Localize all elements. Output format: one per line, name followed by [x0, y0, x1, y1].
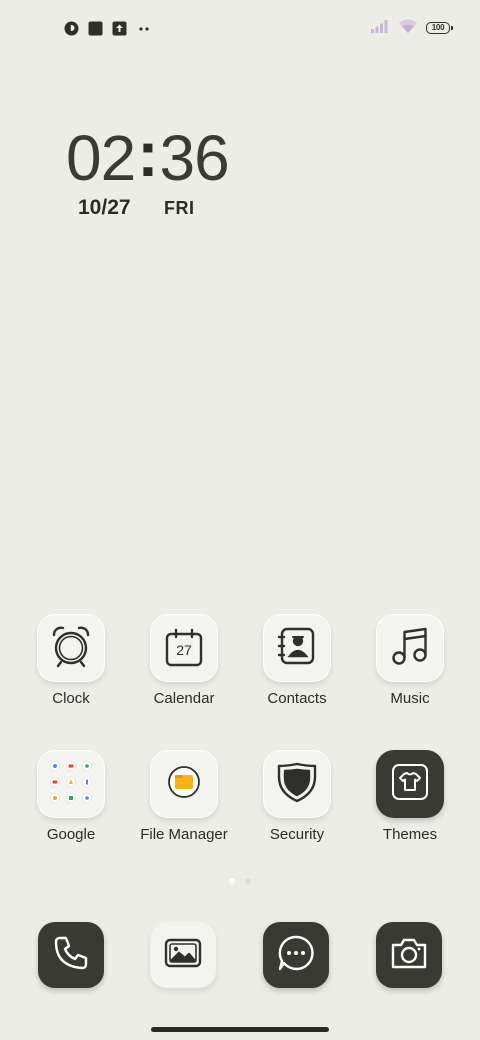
page-dot-1[interactable] — [229, 878, 235, 884]
app-label-contacts: Contacts — [267, 690, 327, 707]
music-app-tile[interactable] — [376, 614, 444, 682]
google-folder-tile[interactable] — [37, 750, 105, 818]
dock-messages-button[interactable] — [263, 922, 329, 988]
signal-icon — [370, 18, 390, 39]
dock-gallery-button[interactable] — [150, 922, 216, 988]
home-gesture-bar[interactable] — [151, 1027, 329, 1032]
security-app-tile[interactable] — [263, 750, 331, 818]
calendar-app-tile[interactable]: 27 — [150, 614, 218, 682]
clock-app-tile[interactable] — [37, 614, 105, 682]
notification-app-icon — [64, 21, 79, 36]
calendar-icon: 27 — [162, 626, 206, 670]
app-label-google: Google — [46, 826, 96, 843]
app-label-music: Music — [390, 690, 430, 707]
square-notification-icon — [88, 21, 103, 36]
battery-level: 100 — [431, 23, 445, 32]
themes-app-tile[interactable] — [376, 750, 444, 818]
more-notifications-icon — [136, 21, 151, 36]
app-label-clock: Clock — [52, 690, 90, 707]
page-dot-2[interactable] — [245, 878, 251, 884]
app-google-folder[interactable]: Google — [21, 750, 121, 843]
clock-minutes: 36 — [159, 122, 230, 194]
calendar-day-badge: 27 — [176, 642, 192, 658]
tshirt-icon — [390, 762, 430, 807]
messages-icon — [276, 933, 316, 978]
app-clock[interactable]: Clock — [21, 614, 121, 707]
app-label-themes: Themes — [382, 826, 438, 843]
app-security[interactable]: Security — [247, 750, 347, 843]
contacts-book-icon — [275, 624, 319, 673]
contacts-app-tile[interactable] — [263, 614, 331, 682]
wifi-icon — [398, 18, 418, 39]
folder-icon — [167, 765, 201, 804]
app-contacts[interactable]: Contacts — [247, 614, 347, 707]
status-bar-right: 100 — [370, 18, 453, 39]
gallery-icon — [162, 932, 204, 979]
dock-phone-button[interactable] — [38, 922, 104, 988]
clock-widget-day[interactable]: FRI — [164, 198, 195, 219]
clock-hours: 02 — [66, 122, 136, 194]
app-music[interactable]: Music — [360, 614, 460, 707]
status-bar-left — [64, 19, 151, 37]
music-note-icon — [388, 624, 432, 673]
app-label-calendar: Calendar — [153, 690, 215, 707]
phone-icon — [51, 933, 91, 978]
google-folder-icon — [46, 757, 96, 812]
battery-icon: 100 — [426, 22, 453, 34]
app-label-security: Security — [269, 826, 325, 843]
clock-separator: : — [137, 118, 158, 190]
upload-icon — [112, 21, 127, 36]
clock-widget-date[interactable]: 10/27 — [78, 196, 131, 220]
camera-icon — [388, 932, 430, 979]
shield-icon — [275, 760, 319, 809]
alarm-clock-icon — [48, 623, 94, 674]
app-label-file-manager: File Manager — [140, 826, 228, 843]
clock-widget-time[interactable]: 02:36 — [66, 122, 230, 194]
file-manager-tile[interactable] — [150, 750, 218, 818]
app-file-manager[interactable]: File Manager — [134, 750, 234, 843]
dock-camera-button[interactable] — [376, 922, 442, 988]
app-calendar[interactable]: 27 Calendar — [134, 614, 234, 707]
app-themes[interactable]: Themes — [360, 750, 460, 843]
page-indicator[interactable] — [0, 878, 480, 884]
